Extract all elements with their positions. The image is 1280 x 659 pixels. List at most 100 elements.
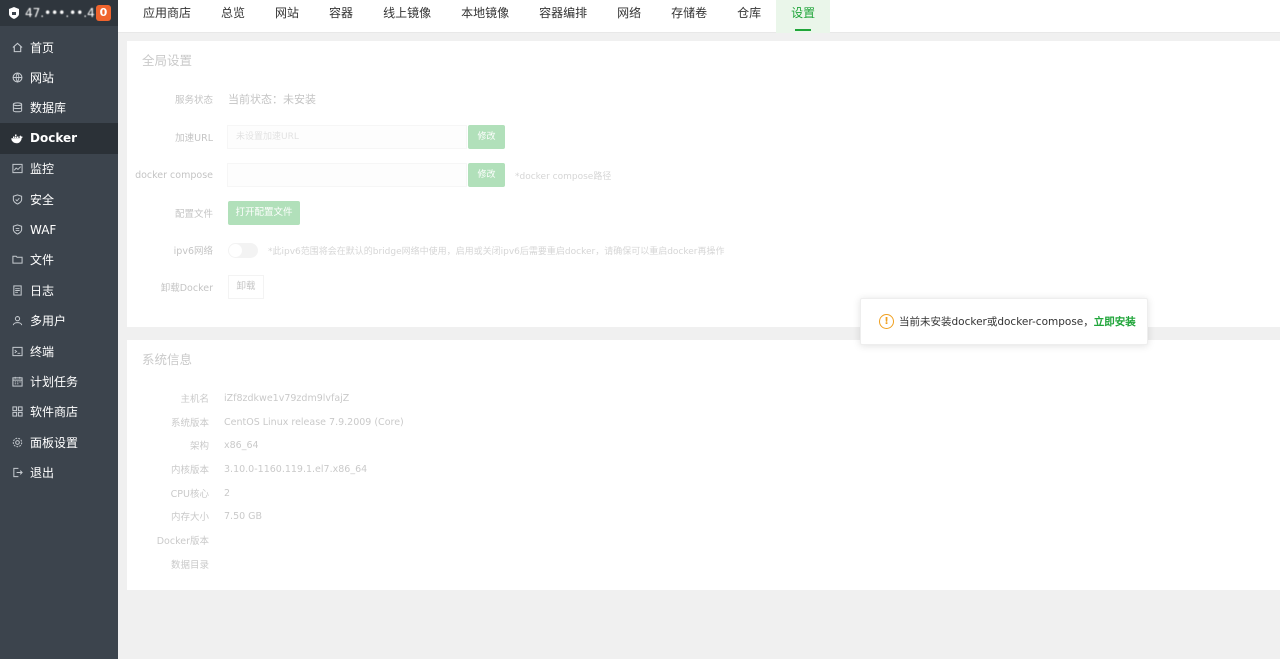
warning-icon: ! — [879, 314, 894, 329]
compose-path-label: docker compose — [135, 169, 213, 181]
tab-network[interactable]: 网络 — [602, 0, 656, 33]
waf-shield-icon — [11, 224, 23, 236]
sidebar-item-label: 面板设置 — [30, 435, 79, 450]
sidebar-item-logout[interactable]: 退出 — [0, 457, 118, 487]
system-info-panel: 系统信息 主机名 iZf8zdkwe1v79zdm9lvfajZ 系统版本 Cent… — [127, 340, 1280, 590]
mirror-url-modify-button[interactable]: 修改 — [468, 125, 505, 149]
sidebar-item-label: WAF — [30, 222, 57, 237]
info-label: 内存大小 — [170, 512, 209, 523]
info-label: 架构 — [189, 441, 209, 452]
sidebar-item-label: 计划任务 — [30, 374, 79, 389]
info-row: Docker版本 — [127, 532, 224, 548]
sidebar-item-label: 首页 — [30, 40, 55, 55]
notification-badge[interactable]: 0 — [96, 5, 111, 21]
tab-containers[interactable]: 容器 — [314, 0, 368, 33]
info-row: 内核版本 3.10.0-1160.119.1.el7.x86_64 — [127, 461, 367, 477]
sidebar-item-website[interactable]: 网站 — [0, 62, 118, 92]
service-status-value: 当前状态：未安装 — [228, 93, 316, 106]
database-icon — [11, 102, 23, 114]
info-row: 数据目录 — [127, 556, 224, 572]
server-host: 47.•••.••.4 — [25, 6, 95, 20]
sidebar: 47.•••.••.4 0 首页 网站 数据库 Docker 监控 安全 WAF… — [0, 0, 118, 659]
info-row: CPU核心 2 — [127, 485, 230, 501]
sidebar-item-home[interactable]: 首页 — [0, 32, 118, 62]
ipv6-hint: *此ipv6范围将会在默认的bridge网络中使用，启用或关闭ipv6后需要重启… — [268, 246, 725, 257]
globe-icon — [11, 72, 23, 84]
compose-path-input[interactable] — [227, 163, 467, 187]
sidebar-item-label: 软件商店 — [30, 405, 79, 420]
tab-volumes[interactable]: 存储卷 — [656, 0, 722, 33]
sidebar-item-monitor[interactable]: 监控 — [0, 154, 118, 184]
info-label: 系统版本 — [170, 418, 209, 429]
mirror-url-input[interactable]: 未设置加速URL — [227, 125, 467, 149]
sidebar-item-label: 网站 — [30, 71, 55, 86]
ipv6-label: ipv6网络 — [173, 246, 213, 257]
sidebar-item-label: 终端 — [30, 344, 55, 359]
sidebar-item-database[interactable]: 数据库 — [0, 93, 118, 123]
config-file-label: 配置文件 — [174, 209, 213, 220]
brand: 47.•••.••.4 0 — [0, 0, 118, 26]
info-label: 内核版本 — [170, 465, 209, 476]
tab-website[interactable]: 网站 — [260, 0, 314, 33]
sidebar-item-security[interactable]: 安全 — [0, 184, 118, 214]
logo-icon — [9, 7, 19, 19]
sidebar-item-docker[interactable]: Docker — [0, 123, 118, 154]
sidebar-item-terminal[interactable]: 终端 — [0, 336, 118, 366]
tab-compose[interactable]: 容器编排 — [524, 0, 602, 33]
info-row: 系统版本 CentOS Linux release 7.9.2009 (Core) — [127, 414, 404, 430]
info-label: 数据目录 — [170, 560, 209, 571]
info-value: CentOS Linux release 7.9.2009 (Core) — [224, 416, 404, 428]
sidebar-nav: 首页 网站 数据库 Docker 监控 安全 WAF 文件 日志 多用户 终端 … — [0, 26, 118, 488]
not-installed-alert: ! 当前未安装docker或docker-compose， 立即安装 — [860, 298, 1148, 345]
sidebar-item-label: 退出 — [30, 466, 55, 481]
install-now-link[interactable]: 立即安装 — [1094, 314, 1136, 329]
sidebar-item-software-store[interactable]: 软件商店 — [0, 397, 118, 427]
info-value: iZf8zdkwe1v79zdm9lvfajZ — [224, 392, 350, 404]
ipv6-row: ipv6网络 *此ipv6范围将会在默认的bridge网络中使用，启用或关闭ip… — [127, 237, 1280, 263]
info-label: Docker版本 — [156, 536, 209, 547]
tab-registry[interactable]: 仓库 — [722, 0, 776, 33]
compose-path-hint: *docker compose路径 — [515, 171, 612, 182]
info-value: 2 — [224, 487, 231, 499]
ipv6-toggle[interactable] — [228, 242, 258, 258]
terminal-icon — [11, 345, 23, 357]
sidebar-item-waf[interactable]: WAF — [0, 214, 118, 244]
sidebar-item-logs[interactable]: 日志 — [0, 275, 118, 305]
sidebar-item-label: 数据库 — [30, 101, 67, 116]
compose-path-modify-button[interactable]: 修改 — [468, 163, 505, 187]
docker-icon — [11, 132, 23, 144]
gear-icon — [11, 436, 23, 448]
tab-online-images[interactable]: 线上镜像 — [368, 0, 446, 33]
users-icon — [11, 315, 23, 327]
sidebar-item-users[interactable]: 多用户 — [0, 306, 118, 336]
sidebar-item-label: Docker — [30, 131, 78, 146]
grid-icon — [11, 406, 23, 418]
uninstall-button[interactable]: 卸载 — [228, 275, 264, 299]
tab-app-store[interactable]: 应用商店 — [128, 0, 206, 33]
global-settings-panel: 全局设置 服务状态 当前状态：未安装 加速URL 未设置加速URL 修改 doc… — [127, 41, 1280, 327]
info-value: 7.50 GB — [224, 510, 263, 522]
open-config-button[interactable]: 打开配置文件 — [228, 201, 300, 225]
sidebar-item-label: 文件 — [30, 253, 55, 268]
sidebar-item-cron[interactable]: 计划任务 — [0, 366, 118, 396]
info-row: 主机名 iZf8zdkwe1v79zdm9lvfajZ — [127, 390, 349, 406]
log-icon — [11, 284, 23, 296]
info-label: CPU核心 — [170, 489, 209, 500]
tab-local-images[interactable]: 本地镜像 — [446, 0, 524, 33]
info-value: x86_64 — [224, 439, 259, 451]
uninstall-label: 卸载Docker — [160, 283, 213, 294]
sidebar-item-files[interactable]: 文件 — [0, 245, 118, 275]
mirror-url-label: 加速URL — [175, 133, 213, 144]
tab-settings[interactable]: 设置 — [776, 0, 831, 33]
shield-icon — [11, 193, 23, 205]
sidebar-item-label: 安全 — [30, 192, 55, 207]
sidebar-item-panel-settings[interactable]: 面板设置 — [0, 427, 118, 457]
info-label: 主机名 — [180, 394, 209, 405]
content-background — [118, 600, 1280, 659]
service-status-row: 服务状态 当前状态：未安装 — [127, 86, 1280, 112]
folder-icon — [11, 254, 23, 266]
system-info-title: 系统信息 — [142, 352, 193, 367]
tab-overview[interactable]: 总览 — [206, 0, 260, 33]
info-row: 架构 x86_64 — [127, 437, 259, 453]
sidebar-item-label: 多用户 — [30, 314, 67, 329]
